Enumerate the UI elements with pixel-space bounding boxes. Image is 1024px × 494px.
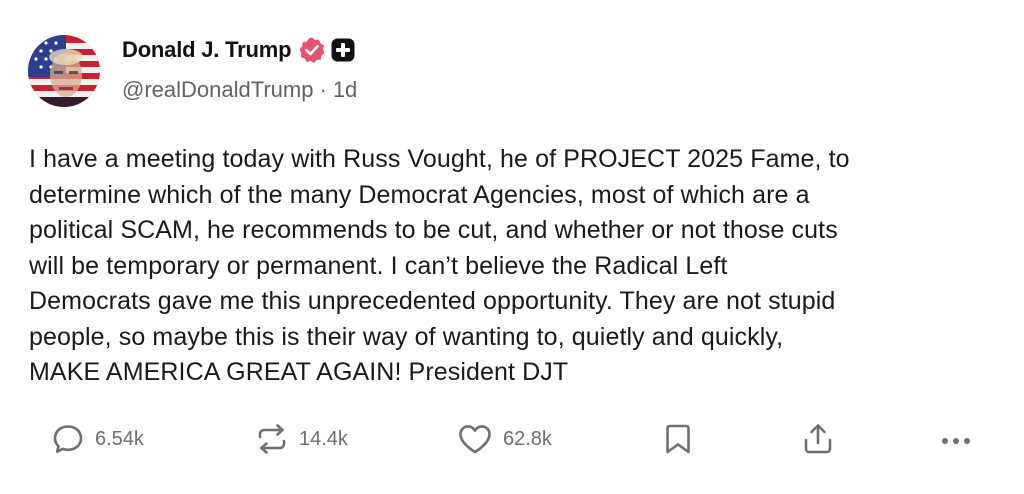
- repost-icon: [258, 424, 286, 454]
- post-timestamp[interactable]: 1d: [333, 77, 357, 103]
- author-line: Donald J. Trump: [122, 33, 356, 67]
- handle-line: @realDonaldTrump · 1d: [122, 77, 357, 103]
- repost-count: 14.4k: [299, 427, 348, 450]
- repost-button[interactable]: 14.4k: [254, 419, 348, 459]
- plus-badge-icon: [330, 37, 356, 63]
- author-name[interactable]: Donald J. Trump: [122, 37, 292, 63]
- reply-bubble-icon: [53, 425, 83, 453]
- share-button[interactable]: [800, 419, 836, 459]
- post-card: Donald J. Trump @realDonaldTrump · 1d I …: [0, 0, 1024, 494]
- reply-count: 6.54k: [95, 427, 144, 450]
- author-handle[interactable]: @realDonaldTrump: [122, 77, 313, 103]
- post-text: I have a meeting today with Russ Vought,…: [29, 145, 850, 386]
- like-count: 62.8k: [503, 427, 552, 450]
- bookmark-button[interactable]: [662, 419, 694, 459]
- more-dots-icon: [942, 438, 970, 444]
- reply-button[interactable]: 6.54k: [50, 419, 144, 459]
- verified-badge-icon: [298, 36, 326, 64]
- like-button[interactable]: 62.8k: [456, 419, 552, 459]
- flag-portrait-avatar-icon: [28, 35, 100, 107]
- action-bar: 6.54k 14.4k 62.8k: [0, 419, 1024, 459]
- author-avatar[interactable]: [28, 35, 100, 107]
- heart-icon: [459, 425, 491, 454]
- bookmark-icon: [666, 424, 690, 454]
- share-upload-icon: [804, 424, 832, 454]
- separator-dot: ·: [319, 77, 327, 102]
- more-options-button[interactable]: [938, 419, 974, 459]
